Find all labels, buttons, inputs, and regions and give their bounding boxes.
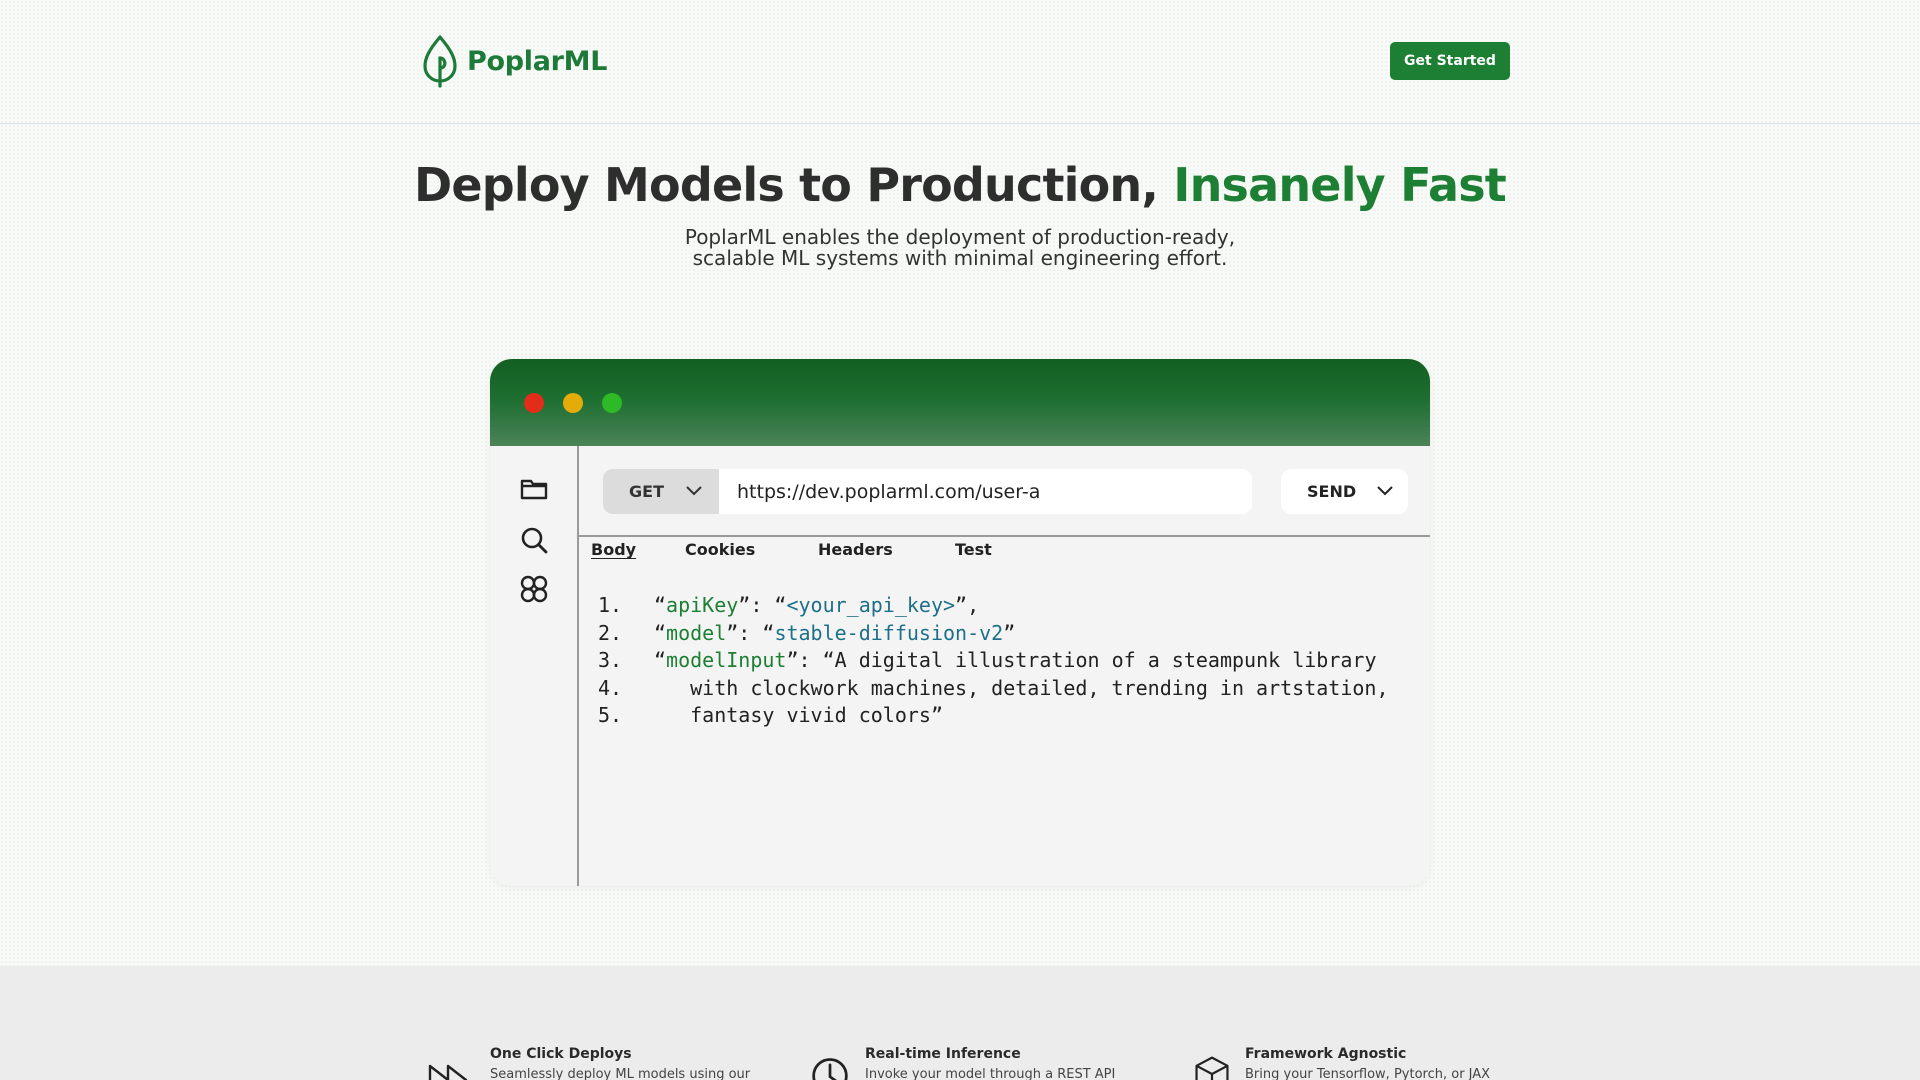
- apps-icon[interactable]: [519, 574, 549, 604]
- code-tail: ”,: [955, 593, 980, 617]
- hero-subtitle: PoplarML enables the deployment of produ…: [0, 227, 1920, 269]
- feature-desc: Seamlessly deploy ML models using our: [490, 1067, 751, 1080]
- feature-title: Real-time Inference: [865, 1046, 1021, 1062]
- code-value: stable-diffusion-v2: [774, 620, 1004, 645]
- tab-cookies[interactable]: Cookies: [685, 540, 755, 564]
- feature-desc: Invoke your model through a REST API: [865, 1067, 1116, 1080]
- code-line: 3. “modelInput”: “A digital illustration …: [598, 647, 1418, 675]
- maximize-window-dot[interactable]: [602, 393, 622, 413]
- api-client-window: GET SEND Body Cookies Headers Test 1.“ap…: [490, 359, 1430, 886]
- code-quote: “: [654, 648, 667, 672]
- chevron-down-icon: [686, 486, 702, 496]
- window-sidebar: [490, 446, 579, 886]
- http-method-value: GET: [629, 482, 664, 501]
- code-separator: ”: “: [738, 593, 787, 617]
- code-line: 5. fantasy vivid colors”: [598, 702, 1418, 730]
- hero-subtitle-line2: scalable ML systems with minimal enginee…: [692, 246, 1228, 270]
- code-key: model: [666, 620, 727, 645]
- tab-test[interactable]: Test: [955, 540, 992, 564]
- tab-body[interactable]: Body: [591, 540, 636, 564]
- brand-logo[interactable]: PoplarML: [421, 34, 607, 88]
- folder-icon[interactable]: [519, 474, 549, 504]
- line-number: 2.: [598, 620, 623, 645]
- code-quote: “: [654, 620, 667, 645]
- url-input[interactable]: [719, 469, 1252, 514]
- chevron-down-icon: [1377, 486, 1393, 496]
- search-icon[interactable]: [519, 525, 549, 555]
- send-button-label: SEND: [1307, 482, 1357, 501]
- code-text: with clockwork machines, detailed, trend…: [654, 675, 1389, 700]
- window-titlebar: [490, 359, 1430, 446]
- tab-headers[interactable]: Headers: [818, 540, 893, 564]
- code-separator: ”: “: [726, 620, 775, 645]
- close-window-dot[interactable]: [524, 393, 544, 413]
- clock-icon: [812, 1058, 848, 1080]
- send-button[interactable]: SEND: [1281, 469, 1408, 514]
- line-number: 3.: [598, 648, 623, 672]
- code-line: 4. with clockwork machines, detailed, tr…: [598, 675, 1418, 703]
- code-line: 1. “apiKey”: “<your_api_key>”,: [598, 592, 1418, 620]
- http-method-select[interactable]: GET: [603, 469, 719, 514]
- code-quote: “: [654, 593, 667, 617]
- brand-name: PoplarML: [467, 45, 608, 77]
- feature-title: Framework Agnostic: [1245, 1046, 1407, 1062]
- code-tail: ”: [1003, 620, 1016, 645]
- line-number: 4.: [598, 675, 623, 700]
- features-section: One Click Deploys Seamlessly deploy ML m…: [0, 966, 1920, 1080]
- hero-title: Deploy Models to Production, Insanely Fa…: [0, 158, 1920, 212]
- hero-title-accent: Insanely Fast: [1173, 158, 1507, 212]
- leaf-logo-icon: [423, 35, 457, 88]
- code-text: ”: “A digital illustration of a steampun…: [786, 648, 1377, 672]
- hero-title-main: Deploy Models to Production,: [413, 158, 1174, 212]
- site-header: PoplarML Get Started: [0, 0, 1920, 124]
- request-body-editor[interactable]: 1. “apiKey”: “<your_api_key>”, 2. “model”:…: [598, 592, 1418, 730]
- code-value: <your_api_key>: [786, 593, 956, 617]
- code-text: fantasy vivid colors”: [654, 703, 943, 727]
- code-key: apiKey: [666, 593, 739, 617]
- line-number: 1.: [598, 593, 623, 617]
- line-number: 5.: [598, 703, 623, 727]
- feature-title: One Click Deploys: [490, 1046, 632, 1062]
- code-key: modelInput: [666, 648, 787, 672]
- minimize-window-dot[interactable]: [563, 393, 583, 413]
- fast-forward-icon: [428, 1064, 468, 1080]
- code-line: 2. “model”: “stable-diffusion-v2”: [598, 620, 1418, 648]
- feature-desc: Bring your Tensorflow, Pytorch, or JAX: [1245, 1067, 1491, 1080]
- tab-divider: [579, 535, 1430, 537]
- cube-icon: [1195, 1056, 1229, 1080]
- get-started-button[interactable]: Get Started: [1390, 42, 1510, 80]
